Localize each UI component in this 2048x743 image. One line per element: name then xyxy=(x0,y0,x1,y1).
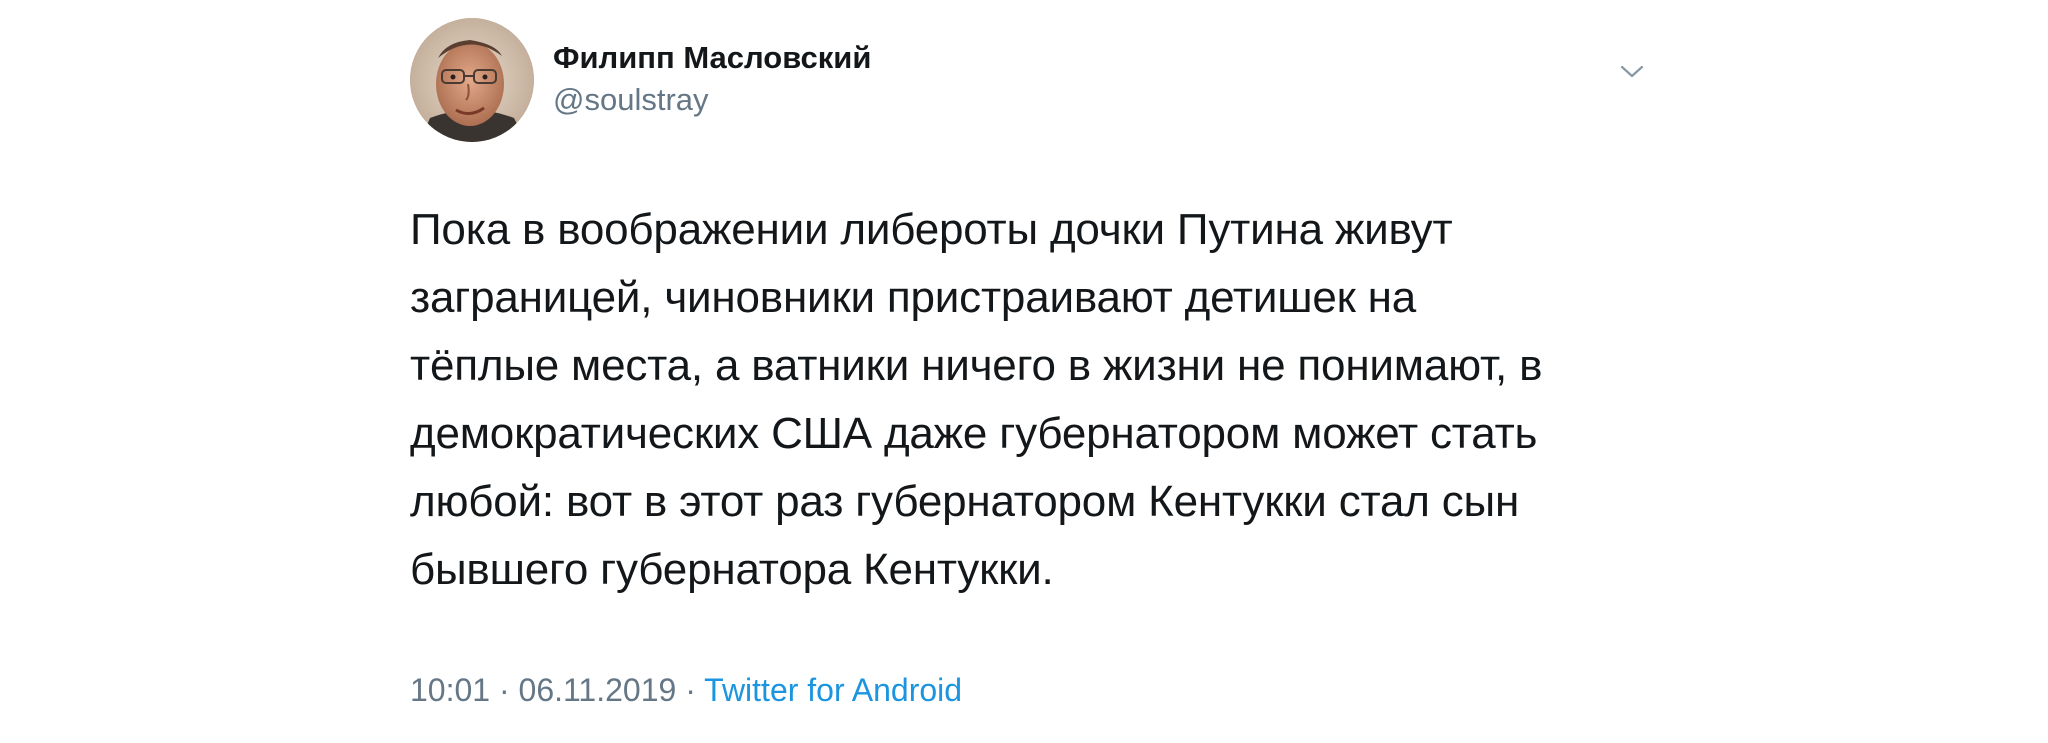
user-handle[interactable]: @soulstray xyxy=(553,80,871,120)
display-name[interactable]: Филипп Масловский xyxy=(553,38,871,78)
tweet-date[interactable]: 06.11.2019 xyxy=(519,672,677,708)
author-info: Филипп Масловский @soulstray xyxy=(553,38,871,120)
tweet-header: Филипп Масловский @soulstray xyxy=(410,18,1650,148)
tweet-text: Пока в воображении либероты дочки Путина… xyxy=(410,205,1543,594)
meta-separator: · xyxy=(685,672,696,708)
tweet-time[interactable]: 10:01 xyxy=(410,672,490,708)
avatar[interactable] xyxy=(410,18,534,142)
tweet-card: Филипп Масловский @soulstray Пока в вооб… xyxy=(410,18,1650,718)
meta-separator: · xyxy=(498,672,510,708)
chevron-down-icon[interactable] xyxy=(1616,56,1648,88)
tweet-source-link[interactable]: Twitter for Android xyxy=(704,672,962,708)
tweet-meta: 10:01 · 06.11.2019 · Twitter for Android xyxy=(410,670,962,710)
